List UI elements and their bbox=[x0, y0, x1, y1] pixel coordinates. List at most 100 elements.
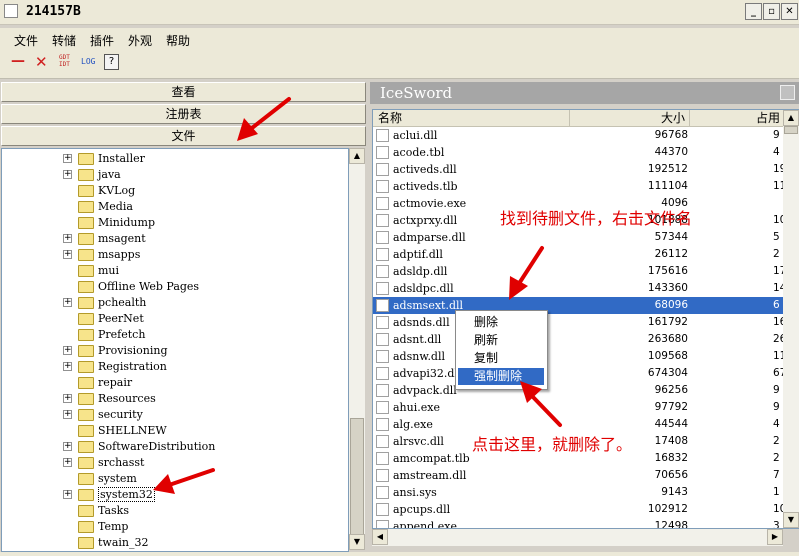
gdt-idt-icon[interactable]: GDT IDT bbox=[59, 54, 70, 68]
menu-appearance[interactable]: 外观 bbox=[128, 32, 152, 49]
tree-item[interactable]: + msapps bbox=[2, 247, 348, 263]
folder-icon bbox=[78, 457, 94, 469]
tree-item[interactable]: + msagent bbox=[2, 231, 348, 247]
nav-view-button[interactable]: 查看 bbox=[1, 82, 366, 102]
minimize-button[interactable]: _ bbox=[745, 3, 762, 20]
tree-item[interactable]: Offline Web Pages bbox=[2, 279, 348, 295]
nav-file-button[interactable]: 文件 bbox=[1, 126, 366, 146]
tree-item[interactable]: twain_32 bbox=[2, 535, 348, 551]
file-row[interactable]: acode.tbl 44370 4 bbox=[373, 144, 798, 161]
tree-item[interactable]: + Registration bbox=[2, 359, 348, 375]
tree-item[interactable]: SHELLNEW bbox=[2, 423, 348, 439]
list-scroll-thumb[interactable] bbox=[784, 126, 798, 134]
expand-icon[interactable]: + bbox=[63, 442, 72, 451]
tree-item[interactable]: + security bbox=[2, 407, 348, 423]
menu-refresh[interactable]: 刷新 bbox=[458, 332, 544, 349]
close-button[interactable]: ✕ bbox=[781, 3, 798, 20]
scroll-down-icon[interactable]: ▼ bbox=[349, 534, 365, 550]
tree-item[interactable]: + Provisioning bbox=[2, 343, 348, 359]
file-row[interactable]: append.exe 12498 3 bbox=[373, 518, 798, 528]
expand-icon[interactable]: + bbox=[63, 250, 72, 259]
file-icon bbox=[376, 146, 389, 159]
scroll-right-icon[interactable]: ▶ bbox=[767, 529, 783, 545]
file-row[interactable]: advpack.dll 96256 9 bbox=[373, 382, 798, 399]
file-row[interactable]: adptif.dll 26112 2 bbox=[373, 246, 798, 263]
tree-item[interactable]: Media bbox=[2, 199, 348, 215]
menu-delete[interactable]: 删除 bbox=[458, 314, 544, 331]
file-row[interactable]: adsnds.dll 161792 16 bbox=[373, 314, 798, 331]
expand-icon[interactable]: + bbox=[63, 154, 72, 163]
expand-icon[interactable]: + bbox=[63, 458, 72, 467]
expand-icon[interactable]: + bbox=[63, 362, 72, 371]
tree-item[interactable]: + SoftwareDistribution bbox=[2, 439, 348, 455]
menu-help[interactable]: 帮助 bbox=[166, 32, 190, 49]
list-vscrollbar[interactable]: ▲ ▼ bbox=[783, 110, 799, 528]
file-row[interactable]: admparse.dll 57344 5 bbox=[373, 229, 798, 246]
list-hscrollbar[interactable]: ◀ ▶ bbox=[372, 529, 783, 546]
file-row[interactable]: apcups.dll 102912 10 bbox=[373, 501, 798, 518]
scroll-thumb[interactable] bbox=[350, 418, 364, 538]
list-scroll-up-icon[interactable]: ▲ bbox=[783, 110, 799, 126]
tree-item-label: Prefetch bbox=[98, 328, 146, 341]
tree-item[interactable]: + system32 bbox=[2, 487, 348, 503]
restore-button[interactable]: ▫ bbox=[763, 3, 780, 20]
tree-vscrollbar[interactable]: ▲ ▼ bbox=[349, 148, 365, 550]
tree-item[interactable]: Temp bbox=[2, 519, 348, 535]
tree-item[interactable]: mui bbox=[2, 263, 348, 279]
file-row[interactable]: adsldp.dll 175616 17 bbox=[373, 263, 798, 280]
file-row[interactable]: adsldpc.dll 143360 14 bbox=[373, 280, 798, 297]
close-x-icon[interactable]: ✕ bbox=[35, 53, 48, 71]
tree-item[interactable]: Minidump bbox=[2, 215, 348, 231]
file-list[interactable]: 名称 大小 占用 aclui.dll 96768 9 acode.tbl 44370 4 a… bbox=[372, 109, 799, 529]
tree-item[interactable]: + pchealth bbox=[2, 295, 348, 311]
tree-item[interactable]: + java bbox=[2, 167, 348, 183]
expand-icon[interactable]: + bbox=[63, 394, 72, 403]
file-row[interactable]: ansi.sys 9143 1 bbox=[373, 484, 798, 501]
menu-file[interactable]: 文件 bbox=[14, 32, 38, 49]
expand-icon[interactable]: + bbox=[63, 234, 72, 243]
panel-icon[interactable] bbox=[780, 85, 795, 100]
column-name[interactable]: 名称 bbox=[373, 110, 570, 127]
file-row[interactable]: advapi32.dll 674304 67 bbox=[373, 365, 798, 382]
expand-icon[interactable]: + bbox=[63, 170, 72, 179]
expand-icon[interactable]: + bbox=[63, 410, 72, 419]
tree-item[interactable]: Tasks bbox=[2, 503, 348, 519]
expand-icon[interactable]: + bbox=[63, 490, 72, 499]
file-size: 97792 bbox=[654, 401, 688, 413]
nav-registry-button[interactable]: 注册表 bbox=[1, 104, 366, 124]
tree-item[interactable]: Prefetch bbox=[2, 327, 348, 343]
list-scroll-down-icon[interactable]: ▼ bbox=[783, 512, 799, 528]
status-bar bbox=[0, 552, 799, 556]
tree-item[interactable]: KVLog bbox=[2, 183, 348, 199]
column-size[interactable]: 大小 bbox=[570, 110, 690, 127]
file-row[interactable]: ahui.exe 97792 9 bbox=[373, 399, 798, 416]
menu-dump[interactable]: 转储 bbox=[52, 32, 76, 49]
column-usage[interactable]: 占用 bbox=[690, 110, 785, 127]
expand-icon[interactable]: + bbox=[63, 298, 72, 307]
tree-item[interactable]: + Resources bbox=[2, 391, 348, 407]
folder-tree[interactable]: + Installer + java KVLog Media Minidump + msagen… bbox=[1, 148, 349, 552]
scroll-up-icon[interactable]: ▲ bbox=[349, 148, 365, 164]
file-row[interactable]: adsnw.dll 109568 11 bbox=[373, 348, 798, 365]
tree-item[interactable]: repair bbox=[2, 375, 348, 391]
menu-copy[interactable]: 复制 bbox=[458, 350, 544, 367]
tree-item[interactable]: system bbox=[2, 471, 348, 487]
expand-icon[interactable]: + bbox=[63, 346, 72, 355]
file-row[interactable]: aclui.dll 96768 9 bbox=[373, 127, 798, 144]
tree-item[interactable]: + Installer bbox=[2, 151, 348, 167]
file-row[interactable]: activeds.tlb 111104 11 bbox=[373, 178, 798, 195]
file-row[interactable]: adsnt.dll 263680 26 bbox=[373, 331, 798, 348]
scroll-left-icon[interactable]: ◀ bbox=[372, 529, 388, 545]
tree-item[interactable]: PeerNet bbox=[2, 311, 348, 327]
file-row[interactable]: adsmsext.dll 68096 6 bbox=[373, 297, 798, 314]
help-icon[interactable]: ? bbox=[104, 54, 119, 70]
file-row[interactable]: amstream.dll 70656 7 bbox=[373, 467, 798, 484]
menu-force-delete[interactable]: 强制删除 bbox=[458, 368, 544, 385]
file-row[interactable]: activeds.dll 192512 19 bbox=[373, 161, 798, 178]
file-usage: 7 bbox=[773, 469, 780, 481]
minus-icon[interactable]: — bbox=[11, 53, 25, 69]
tree-item[interactable]: + srchasst bbox=[2, 455, 348, 471]
menu-plugin[interactable]: 插件 bbox=[90, 32, 114, 49]
log-icon[interactable]: LOG bbox=[81, 57, 95, 66]
file-usage: 5 bbox=[773, 231, 780, 243]
